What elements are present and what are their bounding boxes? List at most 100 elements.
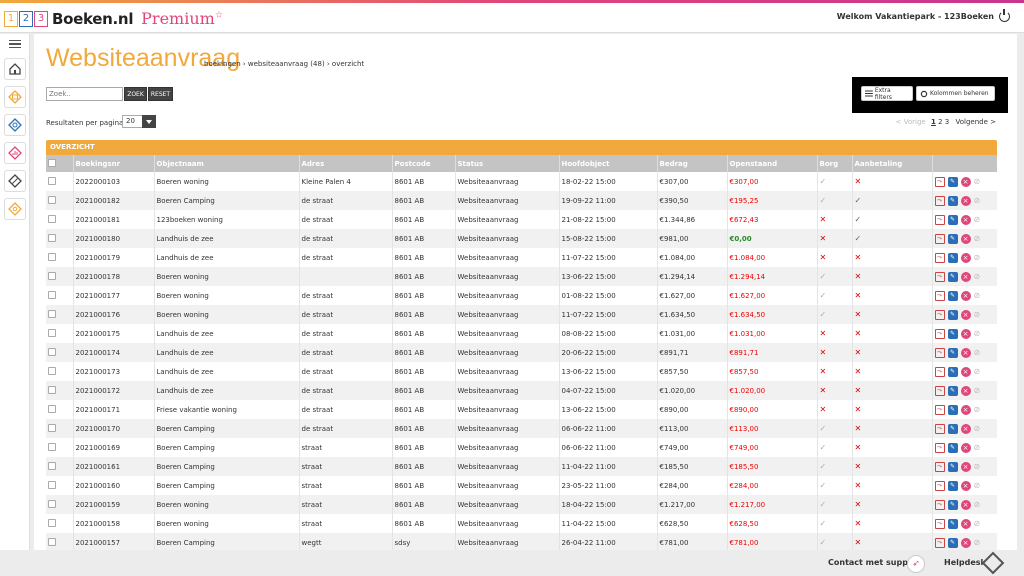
booking-number[interactable]: 2021000170 bbox=[73, 419, 155, 438]
row-select-cell[interactable] bbox=[46, 362, 74, 381]
link-icon[interactable]: ⊘ bbox=[974, 272, 984, 282]
edit-icon[interactable]: ✎ bbox=[947, 233, 958, 244]
table-row[interactable]: 2021000169 Boeren Camping straat 8601 AB Web… bbox=[46, 438, 997, 457]
table-row[interactable]: 2021000158 Boeren woning straat 8601 AB Webs… bbox=[46, 514, 997, 533]
booking-number[interactable]: 2021000169 bbox=[73, 438, 155, 457]
table-row[interactable]: 2021000171 Friese vakantie woning de straa… bbox=[46, 400, 997, 419]
search-input[interactable] bbox=[46, 87, 123, 101]
row-select-cell[interactable] bbox=[46, 476, 74, 495]
delete-icon[interactable]: × bbox=[960, 328, 971, 339]
delete-icon[interactable]: × bbox=[960, 347, 971, 358]
sidebar-item-chart[interactable] bbox=[4, 142, 26, 164]
breadcrumb[interactable]: boekingen › websiteaanvraag (48) › overz… bbox=[204, 60, 364, 68]
delete-icon[interactable]: × bbox=[960, 518, 971, 529]
link-icon[interactable]: ⊘ bbox=[974, 253, 984, 263]
row-checkbox[interactable] bbox=[48, 499, 56, 508]
column-header[interactable]: Borg bbox=[817, 155, 853, 172]
manage-columns-button[interactable]: Kolommen beheren bbox=[916, 86, 995, 101]
link-icon[interactable]: ⊘ bbox=[974, 367, 984, 377]
row-checkbox[interactable] bbox=[48, 480, 56, 489]
link-icon[interactable]: ⊘ bbox=[974, 443, 984, 453]
pdf-icon[interactable]: ⤳ bbox=[934, 252, 945, 263]
row-checkbox[interactable] bbox=[48, 537, 56, 546]
pdf-icon[interactable]: ⤳ bbox=[934, 518, 945, 529]
edit-icon[interactable]: ✎ bbox=[947, 385, 958, 396]
link-icon[interactable]: ⊘ bbox=[974, 196, 984, 206]
row-select-cell[interactable] bbox=[46, 229, 74, 248]
row-select-cell[interactable] bbox=[46, 400, 74, 419]
row-checkbox[interactable] bbox=[48, 233, 56, 242]
row-checkbox[interactable] bbox=[48, 271, 56, 280]
helpdesk-link[interactable]: Helpdesk bbox=[944, 558, 986, 567]
booking-number[interactable]: 2021000177 bbox=[73, 286, 155, 305]
table-row[interactable]: 2021000173 Landhuis de zee de straat 8601 A… bbox=[46, 362, 997, 381]
table-row[interactable]: 2021000179 Landhuis de zee de straat 8601 A… bbox=[46, 248, 997, 267]
pdf-icon[interactable]: ⤳ bbox=[934, 423, 945, 434]
link-icon[interactable]: ⊘ bbox=[974, 177, 984, 187]
pdf-icon[interactable]: ⤳ bbox=[934, 309, 945, 320]
select-all-cell[interactable] bbox=[46, 155, 74, 172]
row-checkbox[interactable] bbox=[48, 328, 56, 337]
power-icon[interactable] bbox=[999, 9, 1010, 22]
row-select-cell[interactable] bbox=[46, 419, 74, 438]
pdf-icon[interactable]: ⤳ bbox=[934, 176, 945, 187]
pdf-icon[interactable]: ⤳ bbox=[934, 480, 945, 491]
row-checkbox[interactable] bbox=[48, 214, 56, 223]
booking-number[interactable]: 2021000160 bbox=[73, 476, 155, 495]
booking-number[interactable]: 2021000173 bbox=[73, 362, 155, 381]
link-icon[interactable]: ⊘ bbox=[974, 310, 984, 320]
pdf-icon[interactable]: ⤳ bbox=[934, 461, 945, 472]
row-select-cell[interactable] bbox=[46, 286, 74, 305]
table-row[interactable]: 2021000172 Landhuis de zee de straat 8601 A… bbox=[46, 381, 997, 400]
edit-icon[interactable]: ✎ bbox=[947, 423, 958, 434]
row-select-cell[interactable] bbox=[46, 457, 74, 476]
table-row[interactable]: 2021000174 Landhuis de zee de straat 8601 A… bbox=[46, 343, 997, 362]
booking-number[interactable]: 2021000179 bbox=[73, 248, 155, 267]
pdf-icon[interactable]: ⤳ bbox=[934, 271, 945, 282]
row-checkbox[interactable] bbox=[48, 518, 56, 527]
link-icon[interactable]: ⊘ bbox=[974, 519, 984, 529]
table-row[interactable]: 2021000159 Boeren woning straat 8601 AB Webs… bbox=[46, 495, 997, 514]
booking-number[interactable]: 2021000176 bbox=[73, 305, 155, 324]
booking-number[interactable]: 2021000175 bbox=[73, 324, 155, 343]
page-link-3[interactable]: 3 bbox=[945, 118, 949, 126]
extra-filters-button[interactable]: Extra filters bbox=[861, 86, 913, 101]
row-checkbox[interactable] bbox=[48, 252, 56, 261]
pdf-icon[interactable]: ⤳ bbox=[934, 347, 945, 358]
row-checkbox[interactable] bbox=[48, 290, 56, 299]
link-icon[interactable]: ⊘ bbox=[974, 500, 984, 510]
row-select-cell[interactable] bbox=[46, 381, 74, 400]
edit-icon[interactable]: ✎ bbox=[947, 309, 958, 320]
row-checkbox[interactable] bbox=[48, 442, 56, 451]
booking-number[interactable]: 2021000182 bbox=[73, 191, 155, 210]
edit-icon[interactable]: ✎ bbox=[947, 518, 958, 529]
edit-icon[interactable]: ✎ bbox=[947, 347, 958, 358]
delete-icon[interactable]: × bbox=[960, 290, 971, 301]
sidebar-item-settings[interactable] bbox=[4, 198, 26, 220]
link-icon[interactable]: ⊘ bbox=[974, 215, 984, 225]
pdf-icon[interactable]: ⤳ bbox=[934, 404, 945, 415]
table-row[interactable]: 2021000176 Boeren woning de straat 8601 AB W… bbox=[46, 305, 997, 324]
booking-number[interactable]: 2021000180 bbox=[73, 229, 155, 248]
link-icon[interactable]: ⊘ bbox=[974, 234, 984, 244]
row-checkbox[interactable] bbox=[48, 347, 56, 356]
row-checkbox[interactable] bbox=[48, 309, 56, 318]
row-select-cell[interactable] bbox=[46, 248, 74, 267]
pdf-icon[interactable]: ⤳ bbox=[934, 214, 945, 225]
delete-icon[interactable]: × bbox=[960, 499, 971, 510]
booking-number[interactable]: 2021000159 bbox=[73, 495, 155, 514]
row-select-cell[interactable] bbox=[46, 324, 74, 343]
table-row[interactable]: 2022000103 Boeren woning Kleine Palen 4 860… bbox=[46, 172, 997, 191]
column-header[interactable]: Aanbetaling bbox=[852, 155, 933, 172]
row-select-cell[interactable] bbox=[46, 514, 74, 533]
search-button[interactable]: ZOEK bbox=[124, 87, 147, 101]
link-icon[interactable]: ⊘ bbox=[974, 348, 984, 358]
table-row[interactable]: 2021000157 Boeren Camping wegtt sdsy Website… bbox=[46, 533, 997, 550]
edit-icon[interactable]: ✎ bbox=[947, 366, 958, 377]
page-link-2[interactable]: 2 bbox=[938, 118, 942, 126]
column-header[interactable]: Adres bbox=[299, 155, 393, 172]
column-header[interactable]: Hoofdobject bbox=[559, 155, 658, 172]
row-select-cell[interactable] bbox=[46, 438, 74, 457]
delete-icon[interactable]: × bbox=[960, 252, 971, 263]
row-checkbox[interactable] bbox=[48, 176, 56, 185]
